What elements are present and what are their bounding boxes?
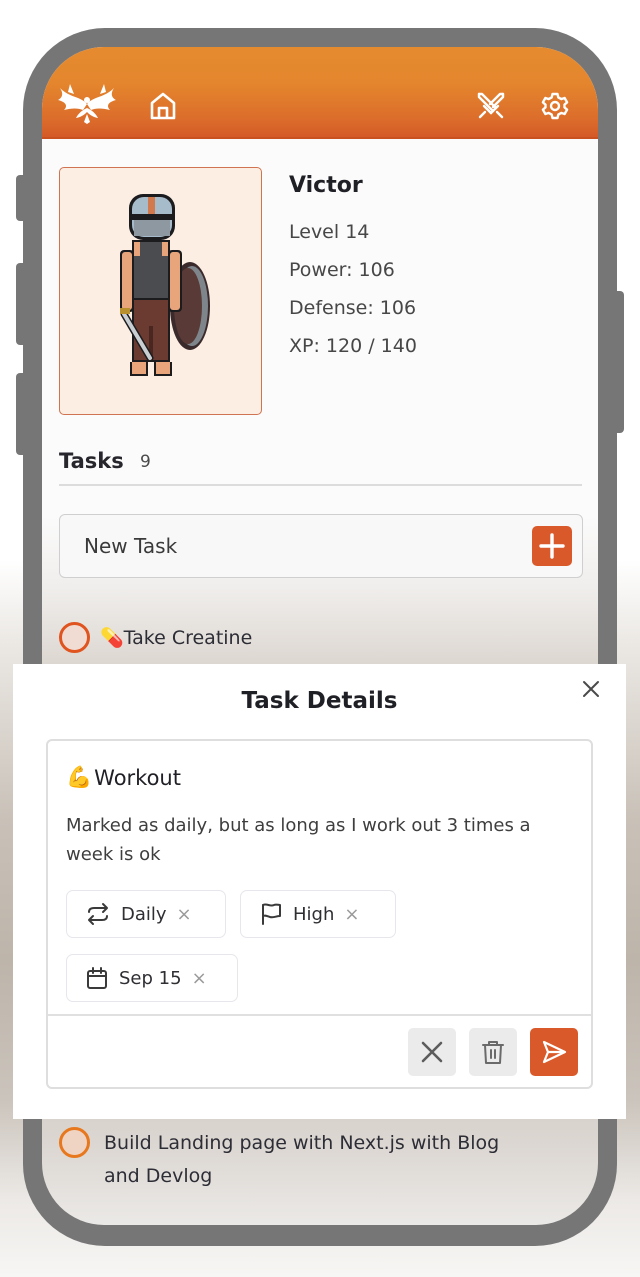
character-power: Power: 106 (289, 259, 395, 281)
close-icon (421, 1041, 443, 1063)
task-complete-checkbox[interactable] (59, 622, 90, 653)
tasks-count: 9 (140, 452, 151, 472)
crossed-swords-icon[interactable] (474, 89, 508, 123)
task-title: Take Creatine (123, 627, 253, 649)
gear-icon[interactable] (538, 89, 572, 123)
repeat-icon (88, 903, 108, 925)
remove-priority-button[interactable]: × (344, 904, 359, 925)
add-task-button[interactable] (532, 526, 572, 566)
flag-icon (262, 903, 281, 925)
task-detail-title[interactable]: 💪 Workout (66, 765, 181, 790)
due-date-chip[interactable]: Sep 15 × (66, 954, 238, 1002)
recurrence-chip[interactable]: Daily × (66, 890, 226, 938)
plus-icon (539, 533, 565, 559)
calendar-icon (87, 967, 107, 989)
cancel-button[interactable] (408, 1028, 456, 1076)
character-avatar (59, 167, 262, 415)
character-defense: Defense: 106 (289, 297, 417, 319)
new-task-input[interactable]: New Task (59, 514, 583, 578)
modal-title: Task Details (241, 688, 398, 714)
character-xp: XP: 120 / 140 (289, 335, 417, 357)
delete-button[interactable] (469, 1028, 517, 1076)
task-detail-description[interactable]: Marked as daily, but as long as I work o… (66, 811, 566, 869)
home-icon[interactable] (146, 89, 180, 123)
save-send-button[interactable] (530, 1028, 578, 1076)
remove-due-date-button[interactable]: × (192, 968, 207, 989)
recurrence-chip-label: Daily (121, 903, 167, 925)
task-item[interactable]: 💊Take Creatine (59, 622, 252, 655)
task-item[interactable]: Build Landing page with Next.js with Blo… (59, 1127, 529, 1193)
task-details-modal: Task Details 💪 Workout Marked as daily, b… (13, 664, 626, 1119)
task-detail-title-text: Workout (94, 765, 181, 790)
task-title: Build Landing page with Next.js with Blo… (104, 1132, 500, 1187)
flexed-biceps-emoji-icon: 💪 (66, 765, 93, 789)
remove-recurrence-button[interactable]: × (177, 904, 192, 925)
tasks-heading: Tasks (59, 449, 124, 473)
pixel-knight-avatar (119, 194, 210, 376)
priority-chip-label: High (293, 903, 335, 925)
card-divider (48, 1014, 591, 1016)
due-date-chip-label: Sep 15 (119, 967, 182, 989)
trash-icon (482, 1041, 504, 1064)
character-name: Victor (289, 173, 363, 198)
send-icon (542, 1040, 567, 1064)
tasks-divider (59, 484, 582, 486)
new-task-placeholder: New Task (84, 534, 178, 558)
pill-emoji-icon: 💊 (100, 627, 124, 649)
priority-chip[interactable]: High × (240, 890, 396, 938)
task-detail-card: 💪 Workout Marked as daily, but as long as… (46, 739, 593, 1089)
character-level: Level 14 (289, 221, 370, 243)
top-navigation-bar (42, 47, 598, 139)
task-complete-checkbox[interactable] (59, 1127, 90, 1158)
phoenix-logo-icon[interactable] (56, 79, 118, 124)
